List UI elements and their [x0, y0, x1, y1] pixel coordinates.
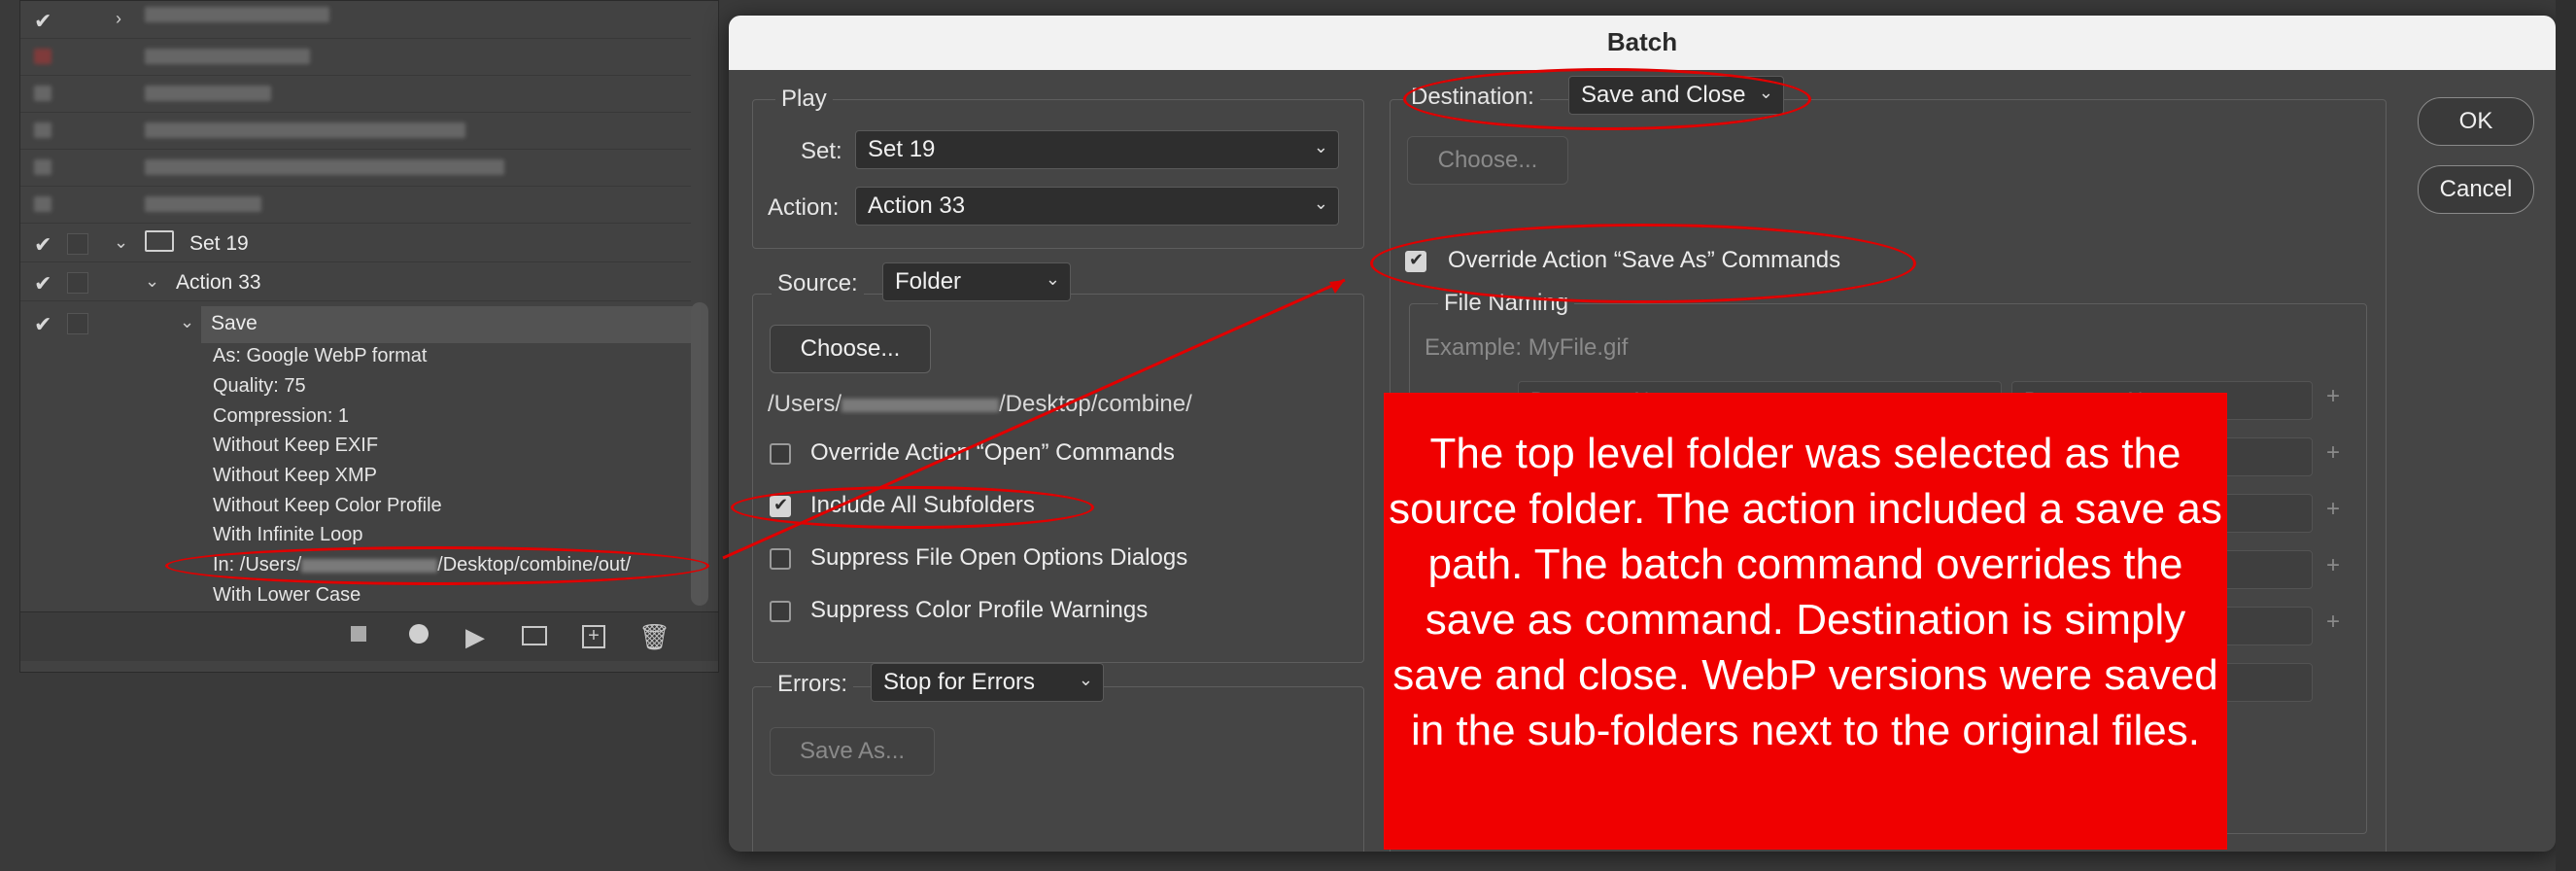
arrow-line — [722, 278, 1346, 560]
annotation-note: The top level folder was selected as the… — [1384, 393, 2227, 850]
background-panel-edge — [2556, 0, 2576, 871]
